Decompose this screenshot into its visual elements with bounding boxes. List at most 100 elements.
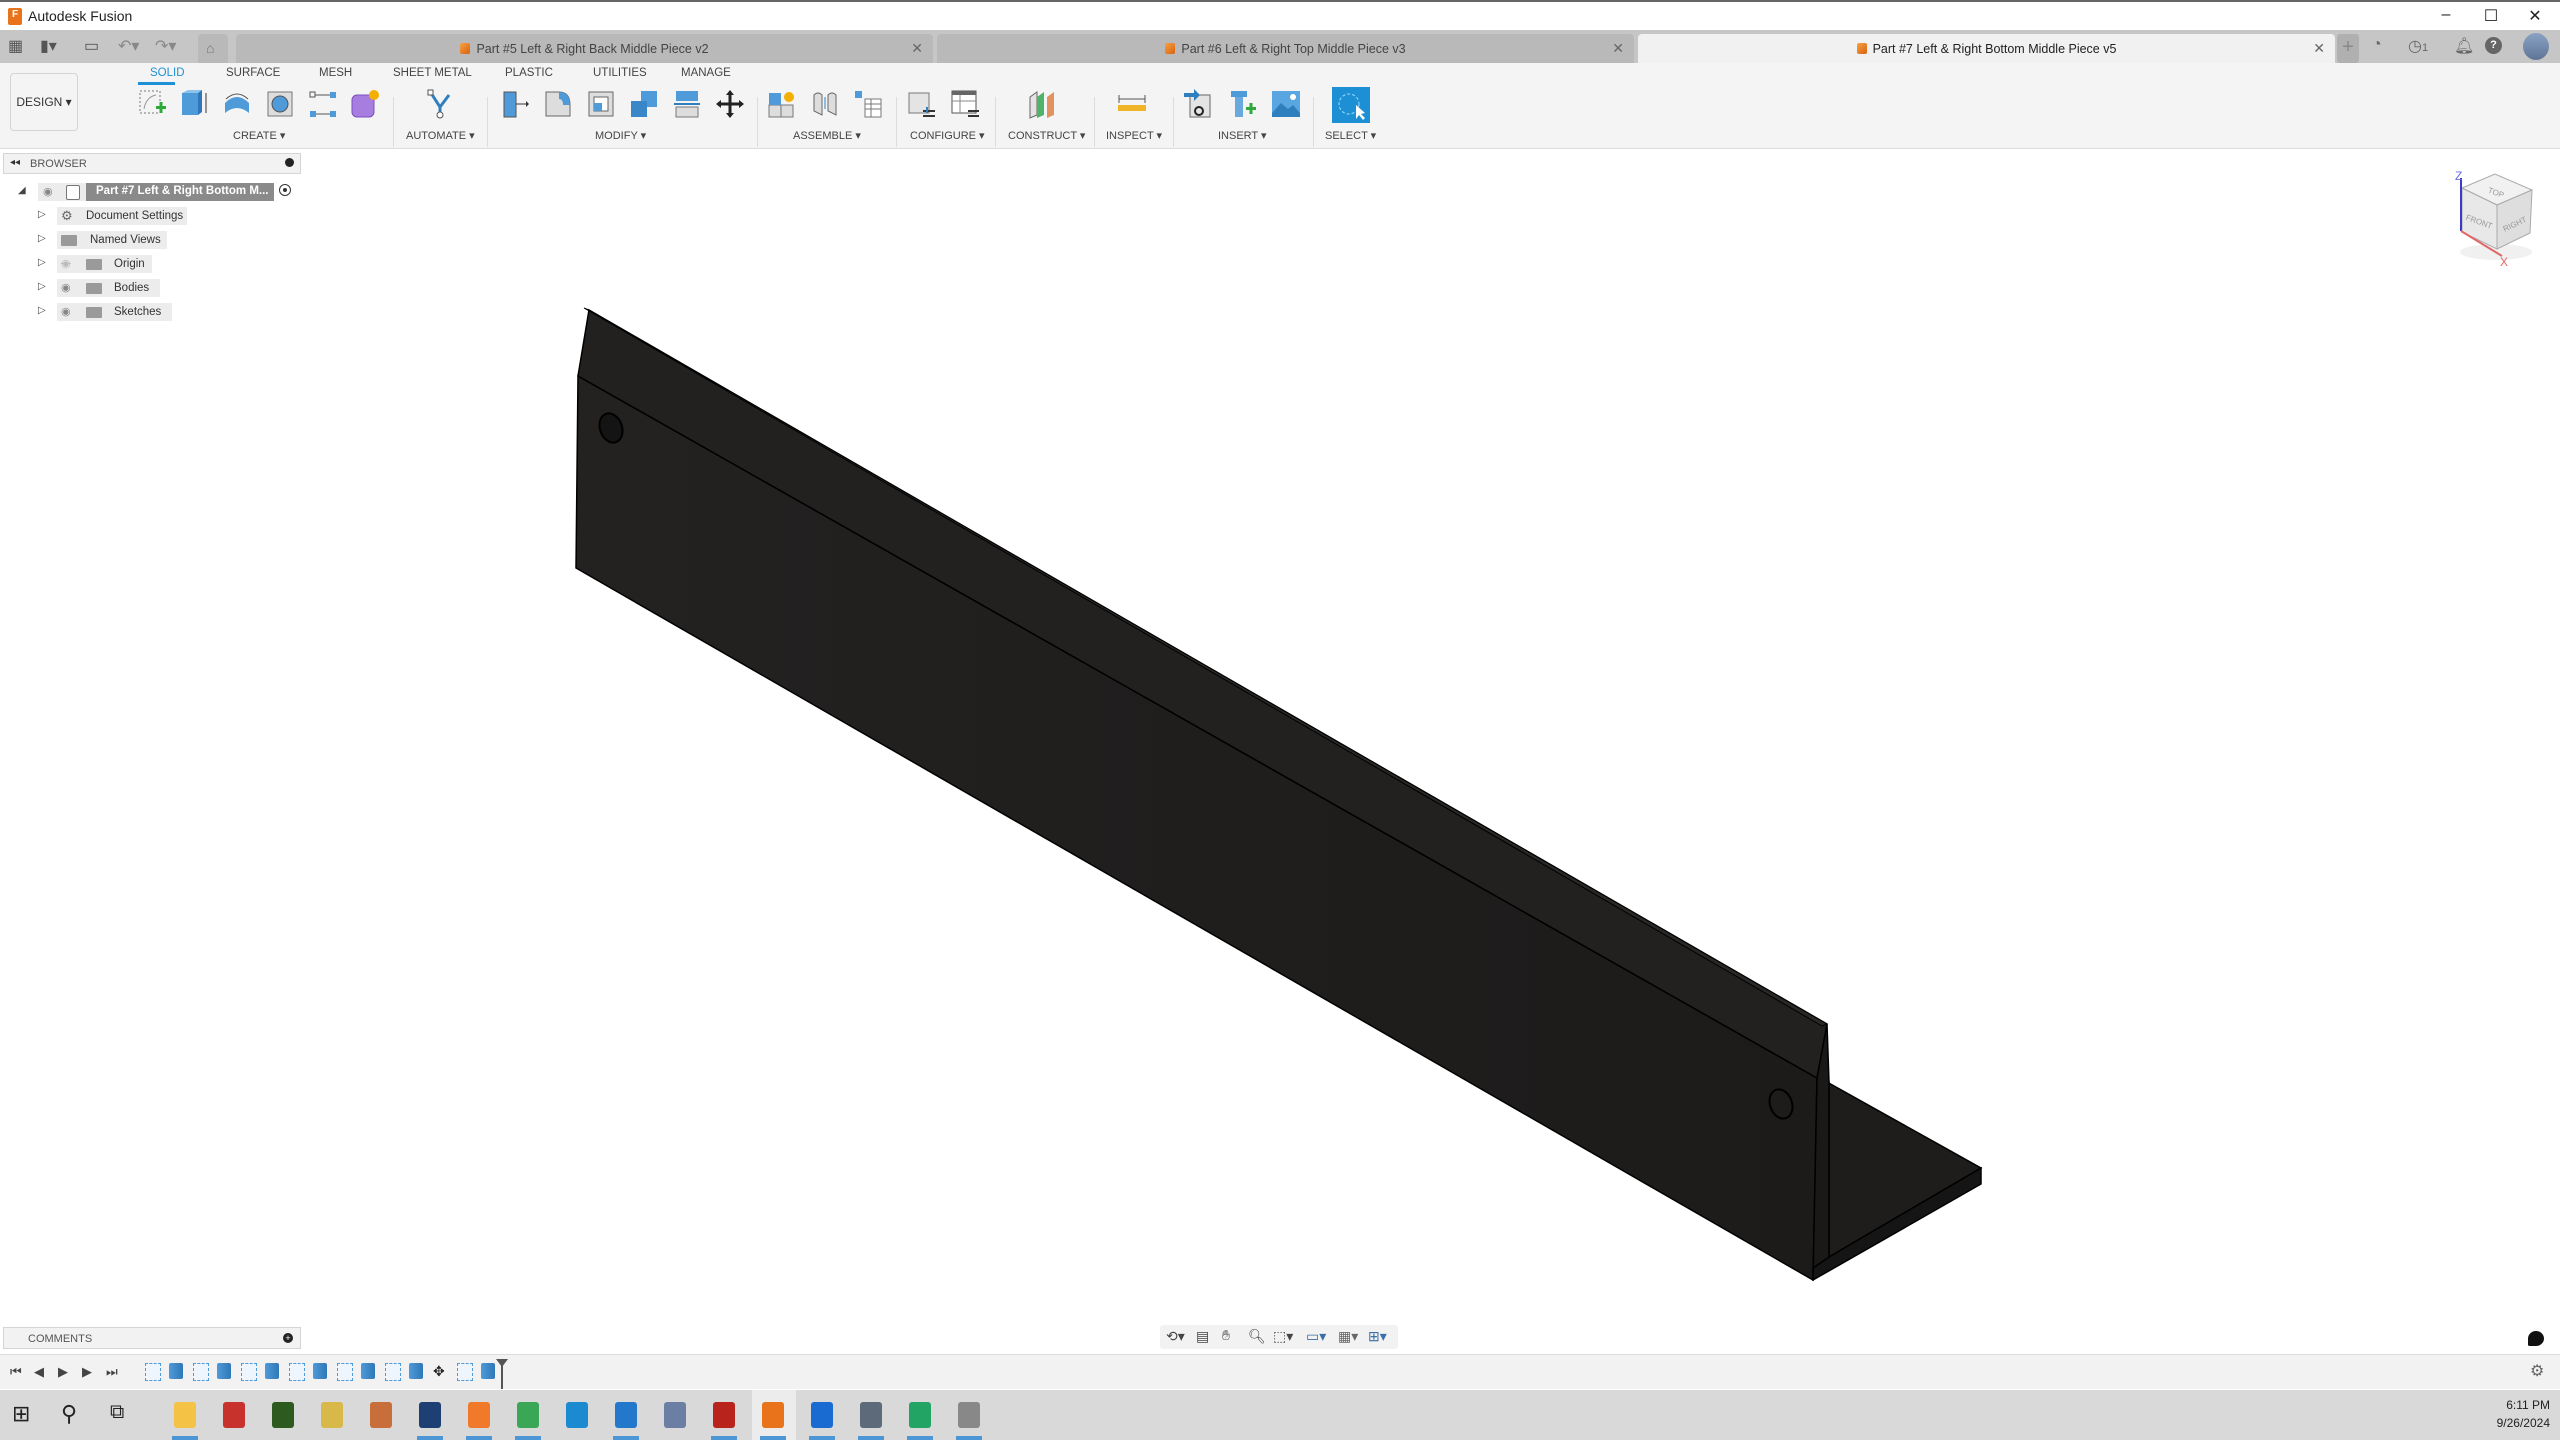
taskbar-fusion-icon[interactable] <box>762 1402 784 1428</box>
taskbar-network-icon[interactable] <box>664 1402 686 1428</box>
visibility-eye-icon[interactable]: ◉ <box>43 185 53 198</box>
taskbar-app-blue-icon[interactable] <box>321 1402 343 1428</box>
assemble-menu[interactable]: ASSEMBLE ▾ <box>793 129 861 142</box>
expand-triangle-icon[interactable]: ▷ <box>38 233 46 244</box>
step-forward-icon[interactable]: ▶ <box>82 1364 92 1380</box>
timeline-move-icon[interactable]: ✥ <box>433 1363 447 1379</box>
zoom-icon[interactable]: 🔍︎ <box>1248 1328 1266 1345</box>
activate-radio-icon[interactable] <box>279 184 291 196</box>
taskbar-edge-icon[interactable] <box>566 1402 588 1428</box>
browser-item-document-settings[interactable]: ▷ ⚙ Document Settings <box>0 206 300 226</box>
visibility-eye-icon[interactable]: ◉ <box>61 281 71 294</box>
select-menu[interactable]: SELECT ▾ <box>1325 129 1376 142</box>
timeline-sketch-icon[interactable] <box>145 1363 161 1381</box>
tab-surface[interactable]: SURFACE <box>226 67 280 79</box>
browser-root-item[interactable]: ◢ ◉ Part #7 Left & Right Bottom M... <box>0 182 300 202</box>
taskbar-ss-icon[interactable] <box>272 1402 294 1428</box>
tab-plastic[interactable]: PLASTIC <box>505 67 553 79</box>
taskbar-chrome-icon[interactable] <box>517 1402 539 1428</box>
viewports-icon[interactable]: ⊞▾ <box>1368 1328 1387 1345</box>
grid-snaps-icon[interactable]: ▦▾ <box>1338 1328 1358 1345</box>
create-sketch-icon[interactable] <box>138 89 168 119</box>
job-status-icon[interactable]: ◷1 <box>2408 36 2428 56</box>
taskbar-start-icon[interactable]: ⊞ <box>12 1401 38 1429</box>
tab-manage[interactable]: MANAGE <box>681 67 731 79</box>
new-tab-icon[interactable]: + <box>2337 34 2359 63</box>
help-icon[interactable]: ? <box>2485 37 2502 54</box>
go-to-end-icon[interactable]: ⏭ <box>106 1364 118 1380</box>
combine-icon[interactable] <box>629 89 659 119</box>
expand-triangle-icon[interactable]: ▷ <box>38 281 46 292</box>
doc-tab-part5[interactable]: Part #5 Left & Right Back Middle Piece v… <box>236 34 933 63</box>
timeline-sketch-icon[interactable] <box>241 1363 257 1381</box>
home-button[interactable]: ⌂ <box>198 34 228 63</box>
timeline-sketch-icon[interactable] <box>337 1363 353 1381</box>
automate-menu[interactable]: AUTOMATE ▾ <box>406 129 475 142</box>
workspace-switcher[interactable]: DESIGN ▾ <box>10 73 78 131</box>
undo-icon[interactable]: ↶▾ <box>118 36 139 56</box>
tab-mesh[interactable]: MESH <box>319 67 352 79</box>
taskbar-es-icon[interactable] <box>223 1402 245 1428</box>
timeline-sketch-icon[interactable] <box>457 1363 473 1381</box>
measure-icon[interactable] <box>1117 89 1147 119</box>
timeline-sketch-icon[interactable] <box>385 1363 401 1381</box>
configuration-table-icon[interactable] <box>950 89 980 119</box>
minimize-button[interactable]: – <box>2426 6 2466 24</box>
look-at-icon[interactable]: ▤ <box>1196 1328 1209 1345</box>
configure-menu[interactable]: CONFIGURE ▾ <box>910 129 985 142</box>
insert-menu[interactable]: INSERT ▾ <box>1218 129 1267 142</box>
taskbar-task-view-icon[interactable]: ⧉ <box>110 1401 136 1429</box>
construct-menu[interactable]: CONSTRUCT ▾ <box>1008 129 1085 142</box>
taskbar-app-colorful-icon[interactable] <box>370 1402 392 1428</box>
fillet-icon[interactable] <box>543 89 573 119</box>
comments-panel[interactable]: COMMENTS + <box>3 1327 301 1349</box>
timeline-extrude-icon[interactable] <box>265 1363 279 1379</box>
new-component-icon[interactable] <box>767 89 797 119</box>
clock-time[interactable]: 6:11 PM <box>2490 1398 2550 1412</box>
timeline-extrude-icon[interactable] <box>217 1363 231 1379</box>
insert-derive-icon[interactable] <box>1184 89 1214 119</box>
joint-icon[interactable] <box>810 89 840 119</box>
revolve-icon[interactable] <box>222 89 252 119</box>
taskbar-file-explorer-icon[interactable] <box>174 1402 196 1428</box>
close-tab-icon[interactable]: ✕ <box>911 40 923 57</box>
select-icon[interactable] <box>1332 87 1370 123</box>
timeline-extrude-icon[interactable] <box>409 1363 423 1379</box>
browser-item-named-views[interactable]: ▷ Named Views <box>0 230 300 250</box>
taskbar-sheets-icon[interactable] <box>909 1402 931 1428</box>
orbit-icon[interactable]: ⟲▾ <box>1166 1328 1185 1345</box>
doc-tab-part7[interactable]: Part #7 Left & Right Bottom Middle Piece… <box>1638 34 2335 63</box>
collapse-panel-icon[interactable]: ◂◂ <box>10 157 20 168</box>
add-comment-icon[interactable]: + <box>283 1333 293 1343</box>
expand-triangle-icon[interactable]: ▷ <box>38 305 46 316</box>
collapse-triangle-icon[interactable]: ◢ <box>18 185 26 196</box>
press-pull-icon[interactable] <box>500 89 530 119</box>
timeline-extrude-icon[interactable] <box>481 1363 495 1379</box>
tab-sheet-metal[interactable]: SHEET METAL <box>393 67 472 79</box>
extrude-icon[interactable] <box>180 89 210 119</box>
timeline-sketch-icon[interactable] <box>289 1363 305 1381</box>
tab-solid[interactable]: SOLID <box>150 67 185 79</box>
create-form-icon[interactable] <box>350 89 380 119</box>
3d-viewport[interactable]: Z X TOP FRONT RIGHT <box>0 148 2560 1324</box>
create-menu[interactable]: CREATE ▾ <box>233 129 285 142</box>
file-icon[interactable]: ▮▾ <box>40 36 57 56</box>
grid-menu-icon[interactable]: ▦ <box>8 36 23 56</box>
angle-bracket-model[interactable] <box>575 307 1983 1282</box>
offset-plane-icon[interactable] <box>1027 89 1057 119</box>
browser-item-origin[interactable]: ▷ ◉ Origin <box>0 254 300 274</box>
maximize-button[interactable]: ☐ <box>2471 6 2511 26</box>
taskbar-c-app-icon[interactable] <box>811 1402 833 1428</box>
bom-icon[interactable] <box>853 89 883 119</box>
visibility-eye-icon[interactable]: ◉ <box>61 305 71 318</box>
browser-item-sketches[interactable]: ▷ ◉ Sketches <box>0 302 300 322</box>
pan-icon[interactable]: ✋︎ <box>1222 1327 1230 1344</box>
taskbar-app-gray-icon[interactable] <box>958 1402 980 1428</box>
doc-tab-part6[interactable]: Part #6 Left & Right Top Middle Piece v3… <box>937 34 1634 63</box>
timeline-extrude-icon[interactable] <box>361 1363 375 1379</box>
taskbar-filezilla-icon[interactable] <box>713 1402 735 1428</box>
panel-options-icon[interactable] <box>285 158 294 167</box>
display-settings-icon[interactable]: ▭▾ <box>1306 1328 1326 1345</box>
hidden-eye-icon[interactable]: ◉ <box>61 257 71 270</box>
hole-icon[interactable] <box>265 89 295 119</box>
